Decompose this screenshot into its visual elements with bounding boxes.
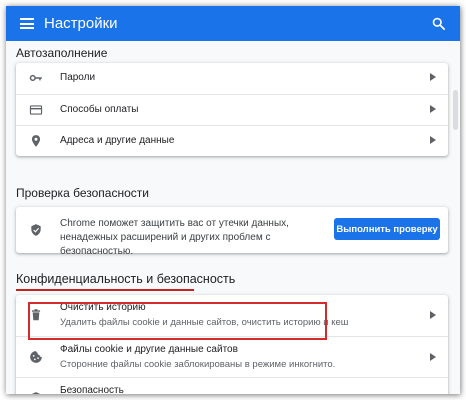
cookie-icon <box>30 351 42 363</box>
chevron-right-icon <box>430 353 436 361</box>
top-app-bar: Настройки <box>6 6 460 41</box>
clear-history-highlight-annotation <box>28 302 327 340</box>
privacy-item-security[interactable]: Безопасность <box>16 377 448 394</box>
chevron-right-icon <box>430 311 436 319</box>
autofill-item-payment[interactable]: Способы оплаты <box>16 94 448 125</box>
key-icon <box>29 74 42 82</box>
autofill-heading: Автозаполнение <box>16 46 108 60</box>
heading-underline-annotation <box>16 289 194 291</box>
search-icon[interactable] <box>431 16 446 31</box>
page-title: Настройки <box>44 15 118 32</box>
run-safety-check-button[interactable]: Выполнить проверку <box>334 218 440 240</box>
settings-content: Автозаполнение Пароли Способы оплаты Адр… <box>6 41 460 394</box>
payment-methods-label: Способы оплаты <box>60 104 139 115</box>
shield-icon <box>31 224 41 236</box>
chevron-right-icon <box>430 105 436 113</box>
autofill-item-passwords[interactable]: Пароли <box>16 63 448 94</box>
location-pin-icon <box>31 135 41 147</box>
autofill-card: Пароли Способы оплаты Адреса и другие да… <box>16 63 448 156</box>
safety-check-card: Chrome поможет защитить вас от утечки да… <box>16 207 448 257</box>
cookies-description: Сторонние файлы cookie заблокированы в р… <box>60 359 336 370</box>
passwords-label: Пароли <box>60 72 96 83</box>
privacy-item-cookies[interactable]: Файлы cookie и другие данные сайтов Стор… <box>16 336 448 377</box>
privacy-heading: Конфиденциальность и безопасность <box>16 272 236 286</box>
security-icon <box>31 392 41 394</box>
scrollbar-thumb[interactable] <box>453 90 458 130</box>
safety-check-description: Chrome поможет защитить вас от утечки да… <box>60 218 289 257</box>
security-label: Безопасность <box>60 385 124 394</box>
addresses-label: Адреса и другие данные <box>60 135 175 146</box>
safety-check-heading: Проверка безопасности <box>16 186 149 200</box>
credit-card-icon <box>29 105 43 115</box>
autofill-item-addresses[interactable]: Адреса и другие данные <box>16 125 448 156</box>
settings-window: Настройки Автозаполнение Пароли Способы … <box>6 6 460 394</box>
menu-icon[interactable] <box>20 18 34 29</box>
chevron-right-icon <box>430 136 436 144</box>
chevron-right-icon <box>430 73 436 81</box>
cookies-label: Файлы cookie и другие данные сайтов <box>60 344 238 355</box>
